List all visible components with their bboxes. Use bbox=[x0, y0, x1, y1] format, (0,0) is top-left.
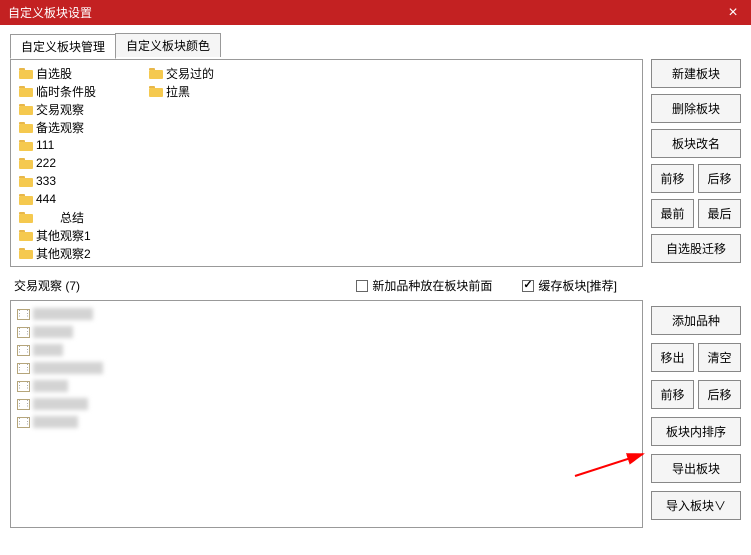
folder-item[interactable]: 临时条件股 bbox=[17, 82, 147, 100]
list-item[interactable]: ⋮⋮ bbox=[17, 413, 636, 431]
folder-icon bbox=[19, 158, 33, 169]
migrate-button[interactable]: 自选股迁移 bbox=[651, 234, 741, 263]
folder-label: 交易观察 bbox=[36, 101, 84, 118]
folder-item[interactable]: 其他观察1 bbox=[17, 226, 147, 244]
item-icon: ⋮⋮ bbox=[17, 309, 30, 320]
item-label bbox=[33, 380, 68, 392]
move-backward-button[interactable]: 后移 bbox=[698, 164, 741, 193]
folder-icon bbox=[19, 86, 33, 97]
folder-icon bbox=[149, 68, 163, 79]
folder-label: 临时条件股 bbox=[36, 83, 96, 100]
folder-label: 交易过的 bbox=[166, 65, 214, 82]
folder-icon bbox=[19, 122, 33, 133]
new-block-button[interactable]: 新建板块 bbox=[651, 59, 741, 88]
folder-label: 111 bbox=[36, 138, 54, 152]
item-label bbox=[33, 416, 78, 428]
folder-label: 333 bbox=[36, 174, 56, 188]
lower-button-column: 添加品种 移出 清空 前移 后移 板块内排序 导出板块 导入板块∨ bbox=[651, 300, 741, 528]
upper-button-column: 新建板块 删除板块 板块改名 前移 后移 最前 最后 自选股迁移 bbox=[651, 59, 741, 267]
folder-icon bbox=[19, 194, 33, 205]
checkbox-new-front[interactable]: 新加品种放在板块前面 bbox=[356, 277, 492, 294]
folder-item[interactable]: 其他观察2 bbox=[17, 244, 147, 262]
item-icon: ⋮⋮ bbox=[17, 417, 30, 428]
folder-item[interactable]: 自选股 bbox=[17, 64, 147, 82]
folder-label: 拉黑 bbox=[166, 83, 190, 100]
folder-icon bbox=[19, 230, 33, 241]
close-icon[interactable]: × bbox=[723, 4, 743, 22]
rename-block-button[interactable]: 板块改名 bbox=[651, 129, 741, 158]
tab-custom-manage[interactable]: 自定义板块管理 bbox=[10, 34, 116, 59]
folder-icon bbox=[19, 248, 33, 259]
folder-item[interactable]: 111 bbox=[17, 136, 147, 154]
folder-icon bbox=[19, 140, 33, 151]
folder-item[interactable]: 222 bbox=[17, 154, 147, 172]
move-first-button[interactable]: 最前 bbox=[651, 199, 694, 228]
folder-label: 444 bbox=[36, 192, 56, 206]
item-label bbox=[33, 398, 88, 410]
delete-block-button[interactable]: 删除板块 bbox=[651, 94, 741, 123]
folder-item[interactable]: 交易过的 bbox=[147, 64, 277, 82]
folder-item[interactable]: 备选观察 bbox=[17, 118, 147, 136]
list-item[interactable]: ⋮⋮ bbox=[17, 341, 636, 359]
move-forward-button[interactable]: 前移 bbox=[651, 164, 694, 193]
item-label bbox=[33, 326, 73, 338]
checkbox-icon bbox=[356, 280, 368, 292]
list-item[interactable]: ⋮⋮ bbox=[17, 377, 636, 395]
folder-label: 自选股 bbox=[36, 65, 72, 82]
item-label bbox=[33, 308, 93, 320]
checkbox-icon bbox=[522, 280, 534, 292]
item-icon: ⋮⋮ bbox=[17, 363, 30, 374]
upper-area: 自选股临时条件股交易观察备选观察 111 222 333 444 总结其他观察1其他观察… bbox=[10, 59, 741, 267]
item-list[interactable]: ⋮⋮ ⋮⋮ ⋮⋮ ⋮⋮ ⋮⋮ ⋮⋮ ⋮⋮ bbox=[10, 300, 643, 528]
list-item[interactable]: ⋮⋮ bbox=[17, 395, 636, 413]
tab-custom-color[interactable]: 自定义板块颜色 bbox=[115, 33, 221, 57]
checkbox-cache[interactable]: 缓存板块[推荐] bbox=[522, 277, 617, 294]
checkbox-label-text: 缓存板块[推荐] bbox=[538, 277, 617, 294]
folder-icon bbox=[19, 104, 33, 115]
current-block-label: 交易观察 (7) bbox=[14, 277, 80, 294]
folder-item[interactable]: 总结 bbox=[17, 208, 147, 226]
folder-icon bbox=[19, 176, 33, 187]
item-icon: ⋮⋮ bbox=[17, 399, 30, 410]
item-label bbox=[33, 344, 63, 356]
folder-label: 222 bbox=[36, 156, 56, 170]
export-block-button[interactable]: 导出板块 bbox=[651, 454, 741, 483]
import-block-button[interactable]: 导入板块∨ bbox=[651, 491, 741, 520]
folder-icon bbox=[149, 86, 163, 97]
folder-list[interactable]: 自选股临时条件股交易观察备选观察 111 222 333 444 总结其他观察1其他观察… bbox=[10, 59, 643, 267]
list-item[interactable]: ⋮⋮ bbox=[17, 359, 636, 377]
item-backward-button[interactable]: 后移 bbox=[698, 380, 741, 409]
item-icon: ⋮⋮ bbox=[17, 327, 30, 338]
clear-button[interactable]: 清空 bbox=[698, 343, 741, 372]
folder-icon bbox=[19, 68, 33, 79]
folder-item[interactable]: 444 bbox=[17, 190, 147, 208]
window-body: 自定义板块管理 自定义板块颜色 自选股临时条件股交易观察备选观察 111 222 33… bbox=[0, 25, 751, 536]
item-label bbox=[33, 362, 103, 374]
item-icon: ⋮⋮ bbox=[17, 381, 30, 392]
folder-label: 其他观察2 bbox=[36, 245, 91, 262]
folder-item[interactable]: 拉黑 bbox=[147, 82, 277, 100]
add-item-button[interactable]: 添加品种 bbox=[651, 306, 741, 335]
list-item[interactable]: ⋮⋮ bbox=[17, 305, 636, 323]
folder-item[interactable]: 333 bbox=[17, 172, 147, 190]
list-item[interactable]: ⋮⋮ bbox=[17, 323, 636, 341]
folder-icon bbox=[19, 212, 33, 223]
mid-row: 交易观察 (7) 新加品种放在板块前面 缓存板块[推荐] bbox=[10, 275, 741, 296]
move-last-button[interactable]: 最后 bbox=[698, 199, 741, 228]
item-icon: ⋮⋮ bbox=[17, 345, 30, 356]
item-forward-button[interactable]: 前移 bbox=[651, 380, 694, 409]
folder-item[interactable]: 交易观察 bbox=[17, 100, 147, 118]
titlebar: 自定义板块设置 × bbox=[0, 0, 751, 25]
tab-strip: 自定义板块管理 自定义板块颜色 bbox=[10, 33, 741, 57]
sort-in-block-button[interactable]: 板块内排序 bbox=[651, 417, 741, 446]
folder-label: 其他观察1 bbox=[36, 227, 91, 244]
folder-label: 备选观察 bbox=[36, 119, 84, 136]
window-title: 自定义板块设置 bbox=[8, 4, 92, 21]
folder-label: 总结 bbox=[36, 209, 84, 226]
move-out-button[interactable]: 移出 bbox=[651, 343, 694, 372]
lower-area: ⋮⋮ ⋮⋮ ⋮⋮ ⋮⋮ ⋮⋮ ⋮⋮ ⋮⋮ 添加品种 移出 清空 前移 后移 板块内排序 导出… bbox=[10, 300, 741, 528]
checkbox-label-text: 新加品种放在板块前面 bbox=[372, 277, 492, 294]
